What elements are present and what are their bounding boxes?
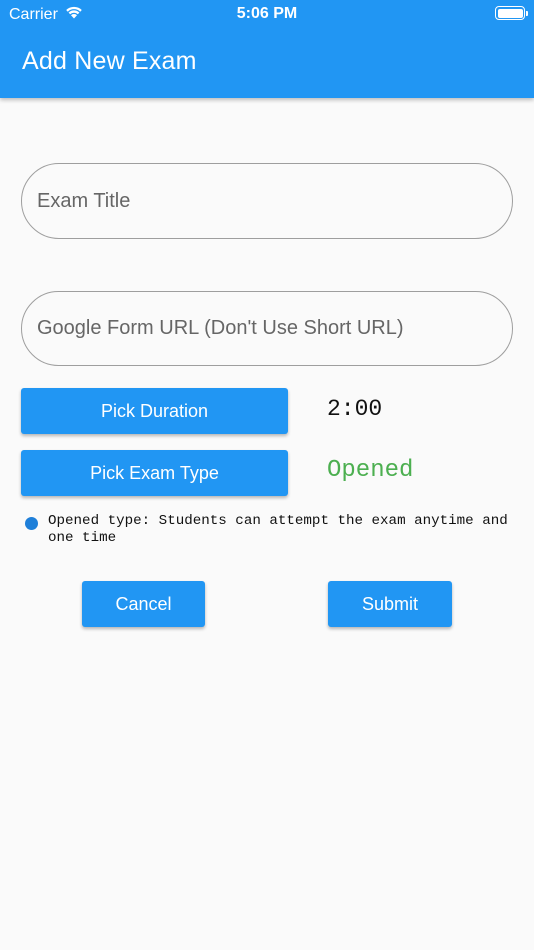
- google-form-url-field[interactable]: [21, 291, 513, 366]
- app-bar: Carrier 5:06 PM Add New Exam: [0, 0, 534, 98]
- duration-value: 2:00: [327, 396, 383, 422]
- exam-title-field[interactable]: [21, 163, 513, 239]
- cancel-button[interactable]: Cancel: [82, 581, 205, 627]
- exam-type-description: Opened type: Students can attempt the ex…: [48, 513, 508, 546]
- google-form-url-input[interactable]: [22, 292, 512, 365]
- page-title: Add New Exam: [22, 47, 197, 75]
- exam-type-value: Opened: [327, 457, 414, 484]
- bullet-dot-icon: [25, 517, 38, 530]
- pick-exam-type-button[interactable]: Pick Exam Type: [21, 450, 288, 496]
- pick-duration-button[interactable]: Pick Duration: [21, 388, 288, 434]
- exam-title-input[interactable]: [22, 164, 512, 238]
- submit-button[interactable]: Submit: [328, 581, 452, 627]
- status-bar: Carrier 5:06 PM: [0, 0, 534, 28]
- battery-icon: [495, 6, 528, 20]
- clock: 5:06 PM: [236, 5, 298, 22]
